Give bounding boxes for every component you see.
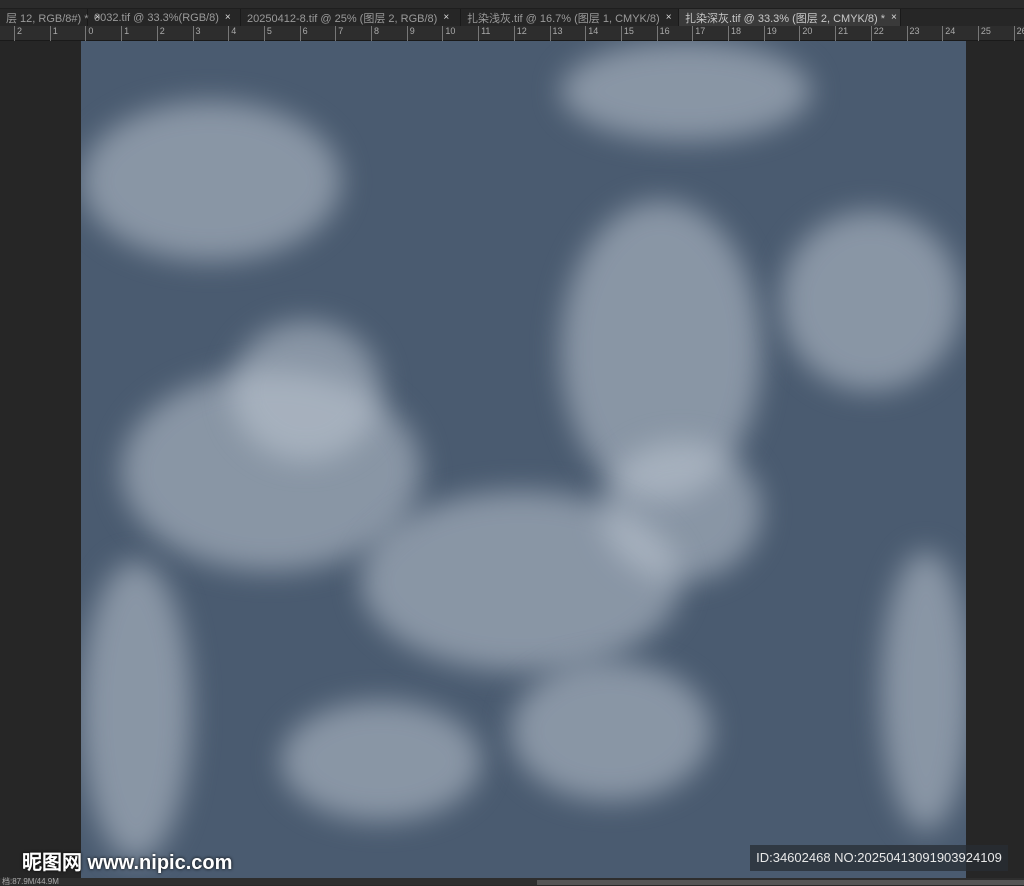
ruler-tick: 10 — [442, 26, 455, 41]
texture-patch — [561, 41, 811, 141]
document-tab[interactable]: 0032.tif @ 33.3%(RGB/8) × — [88, 9, 241, 26]
document-tab[interactable]: 扎染深灰.tif @ 33.3% (图层 2, CMYK/8) * × — [679, 9, 901, 26]
ruler-tick: 3 — [192, 26, 201, 41]
ruler-tick: 0 — [85, 26, 93, 41]
texture-patch — [781, 211, 961, 391]
tab-label: 20250412-8.tif @ 25% (图层 2, RGB/8) — [247, 12, 438, 25]
tab-label: 扎染深灰.tif @ 33.3% (图层 2, CMYK/8) * — [685, 12, 886, 25]
document-canvas[interactable] — [81, 41, 966, 878]
ruler-tick: 2 — [14, 26, 22, 41]
ruler-tick: 22 — [870, 26, 884, 41]
texture-patch — [231, 321, 381, 461]
ruler-tick: 20 — [799, 26, 812, 41]
texture-patch — [81, 561, 191, 861]
texture-patch — [81, 101, 341, 261]
ruler-tick: 2 — [156, 26, 165, 41]
ruler-tick: 18 — [728, 26, 741, 41]
texture-patch — [511, 661, 711, 801]
close-icon[interactable]: × — [666, 12, 672, 23]
close-icon[interactable]: × — [225, 12, 231, 23]
ruler-tick: 15 — [620, 26, 634, 41]
tab-label: 层 12, RGB/8#) * — [6, 12, 89, 25]
options-bar — [0, 0, 1024, 9]
ruler-tick: 23 — [906, 26, 920, 41]
document-tabs: 层 12, RGB/8#) * × 0032.tif @ 33.3%(RGB/8) ×… — [0, 9, 1024, 26]
ruler-tick: 14 — [585, 26, 598, 41]
ruler-tick: 24 — [942, 26, 955, 41]
ruler-tick: 1 — [49, 26, 58, 41]
ruler-tick: 12 — [513, 26, 527, 41]
close-icon[interactable]: × — [891, 12, 897, 23]
ruler-tick: 19 — [763, 26, 777, 41]
ruler-tick: 16 — [656, 26, 670, 41]
ruler-tick: 25 — [977, 26, 991, 41]
texture-patch — [281, 701, 481, 821]
tab-label: 扎染浅灰.tif @ 16.7% (图层 1, CMYK/8) — [467, 12, 660, 25]
watermark-id: ID:34602468 NO:20250413091903924109 — [750, 845, 1008, 871]
ruler-tick: 11 — [478, 26, 490, 41]
ruler-tick: 17 — [692, 26, 705, 41]
texture-patch — [361, 491, 681, 671]
document-tab[interactable]: 20250412-8.tif @ 25% (图层 2, RGB/8) × — [241, 9, 461, 26]
document-tab[interactable]: 层 12, RGB/8#) * × — [0, 9, 100, 26]
close-icon[interactable]: × — [443, 12, 449, 23]
document-tab[interactable]: 扎染浅灰.tif @ 16.7% (图层 1, CMYK/8) × — [461, 9, 679, 26]
ruler-tick: 9 — [406, 26, 415, 41]
watermark-logo: 昵图网 www.nipic.com — [22, 852, 233, 874]
tab-label: 0032.tif @ 33.3%(RGB/8) — [94, 11, 219, 24]
horizontal-scrollbar[interactable] — [537, 880, 1024, 885]
ruler-tick: 6 — [299, 26, 308, 41]
ruler-tick: 7 — [335, 26, 343, 41]
ruler-tick: 8 — [371, 26, 379, 41]
ruler-tick: 1 — [121, 26, 129, 41]
ruler-tick: 26 — [1013, 26, 1024, 41]
ruler-tick: 5 — [263, 26, 272, 41]
ruler-tick: 4 — [228, 26, 236, 41]
texture-patch — [881, 551, 966, 831]
ruler-tick: 21 — [835, 26, 848, 41]
horizontal-ruler[interactable]: 2 1 0 1 2 3 4 5 6 7 8 9 10 11 12 13 14 15 16 17 18 19 20 21 22 23… — [0, 26, 1024, 41]
ruler-tick: 13 — [549, 26, 563, 41]
workspace — [0, 41, 1024, 878]
